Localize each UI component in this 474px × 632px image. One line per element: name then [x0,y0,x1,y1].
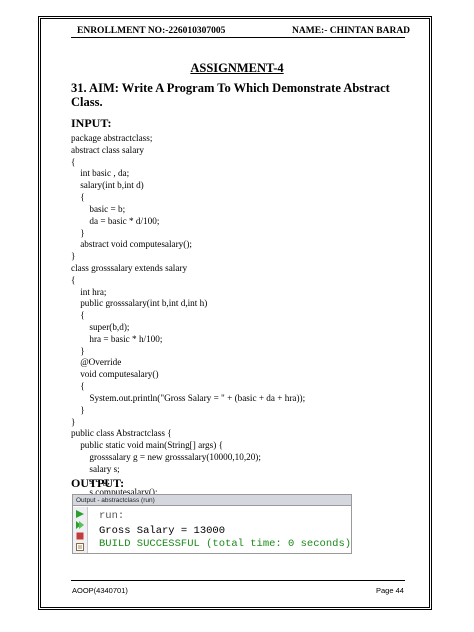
code-line: basic = b; [71,203,126,214]
code-line: int basic , da; [71,168,130,179]
code-line: public static void main(String[] args) { [71,440,223,451]
code-line: @Override [71,357,122,368]
code-line: hra = basic * h/100; [71,333,163,344]
aim-heading: 31. AIM: Write A Program To Which Demons… [71,81,390,109]
stop-icon[interactable] [76,532,84,540]
code-line: } [71,227,85,238]
code-line: grosssalary g = new grosssalary(10000,10… [71,451,261,462]
assignment-title: ASSIGNMENT-4 [190,61,284,75]
student-name: NAME:- CHINTAN BARAD [292,26,411,36]
code-line: System.out.println("Gross Salary = " + (… [71,392,306,403]
code-line: int hra; [71,286,107,297]
clear-icon[interactable] [76,543,84,551]
code-line: class grosssalary extends salary [71,262,188,273]
header-divider [71,37,405,38]
code-line: void computesalary() [71,369,159,380]
code-line: { [71,310,85,321]
console-title-tab[interactable]: Output - abstractclass (run) [73,495,351,506]
console-toolbar [73,507,88,553]
output-label: OUTPUT: [71,476,125,490]
code-line: abstract class salary [71,144,144,155]
code-line: salary s; [71,463,120,474]
code-line: } [71,404,85,415]
code-line: } [71,345,85,356]
code-line: public grosssalary(int b,int d,int h) [71,298,208,309]
code-line: super(b,d); [71,322,130,332]
course-code: AOOP(4340701) [72,586,128,595]
output-console: Output - abstractclass (run) run: Gross … [72,494,352,554]
page-number: Page 44 [376,586,404,595]
console-build-line: BUILD SUCCESSFUL (total time: 0 seconds) [99,538,352,550]
input-label: INPUT: [71,116,112,130]
run-icon[interactable] [76,510,84,518]
code-line: salary(int b,int d) [71,180,144,191]
console-run-line: run: [99,510,125,522]
code-line: { [71,156,76,167]
rerun-icon[interactable] [76,521,84,529]
enrollment-number: ENROLLMENT NO:-226010307005 [77,26,226,36]
source-code-block: package abstractclass; abstract class sal… [71,133,305,523]
code-line: public class Abstractclass { [71,428,172,439]
console-result-line: Gross Salary = 13000 [99,525,226,537]
code-line: { [71,381,85,392]
code-line: abstract void computesalary(); [71,239,192,250]
code-line: } [71,251,76,262]
code-line: } [71,416,76,427]
code-line: { [71,274,76,285]
footer-divider [71,580,405,581]
code-line: { [71,192,85,203]
code-line: package abstractclass; [71,133,153,143]
code-line: da = basic * d/100; [71,215,160,226]
